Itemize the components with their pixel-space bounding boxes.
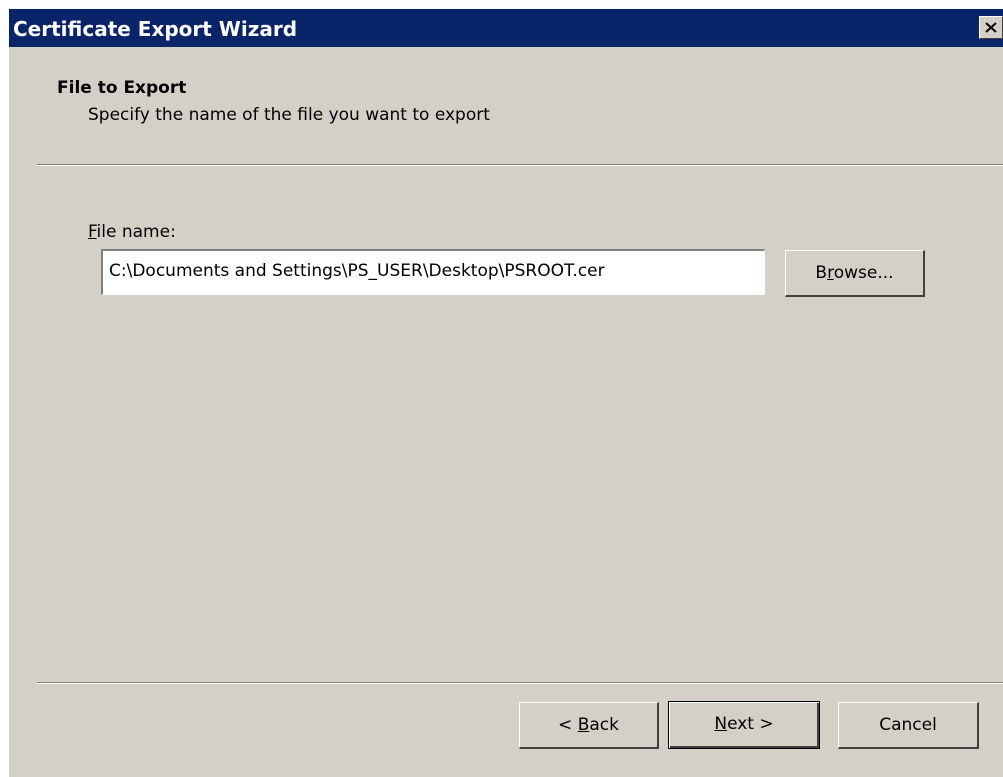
cancel-button[interactable]: Cancel <box>838 702 979 749</box>
next-button-post: ext > <box>727 714 774 734</box>
close-button[interactable] <box>979 16 1003 39</box>
certificate-export-wizard-window: Certificate Export Wizard File to Export… <box>9 9 1003 777</box>
browse-button-pre: B <box>815 263 828 283</box>
file-name-label-mnemonic: F <box>88 222 97 242</box>
header-separator <box>37 164 1003 166</box>
browse-button-mnemonic: r <box>827 263 834 283</box>
browse-button[interactable]: Browse... <box>785 250 925 297</box>
back-button-pre: < <box>558 715 578 735</box>
back-button-post: ack <box>589 715 619 735</box>
close-icon <box>985 22 997 33</box>
browse-button-post: owse... <box>833 263 894 283</box>
window-title: Certificate Export Wizard <box>13 17 298 41</box>
next-button-mnemonic: N <box>714 714 728 734</box>
file-name-label-text: ile name: <box>96 222 176 242</box>
page-subtitle: Specify the name of the file you want to… <box>88 105 490 125</box>
title-bar[interactable]: Certificate Export Wizard <box>9 9 1003 47</box>
footer-separator <box>37 682 1003 684</box>
next-button[interactable]: Next > <box>668 701 820 749</box>
back-button-mnemonic: B <box>577 715 590 735</box>
file-name-input[interactable] <box>101 249 765 295</box>
back-button[interactable]: < Back <box>519 702 659 749</box>
file-name-label: File name: <box>88 222 176 242</box>
page-title: File to Export <box>57 78 187 98</box>
